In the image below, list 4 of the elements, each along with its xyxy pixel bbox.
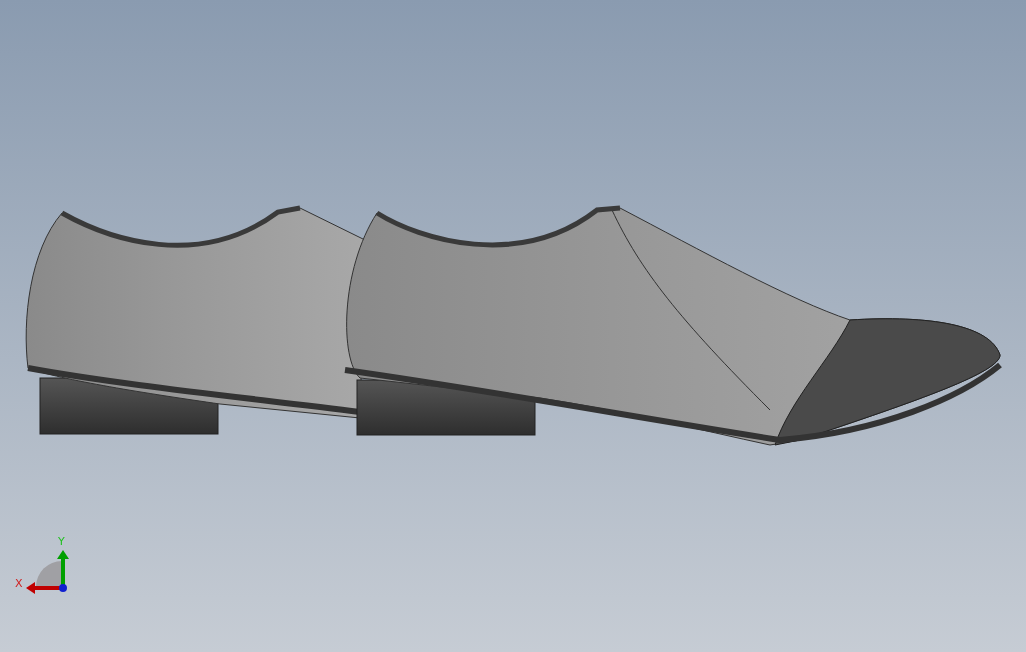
axis-triad-icon	[26, 550, 69, 594]
x-axis-label: X	[15, 577, 23, 590]
y-axis-label: Y	[58, 535, 65, 548]
model-viewport[interactable]: X Y	[0, 0, 1026, 652]
